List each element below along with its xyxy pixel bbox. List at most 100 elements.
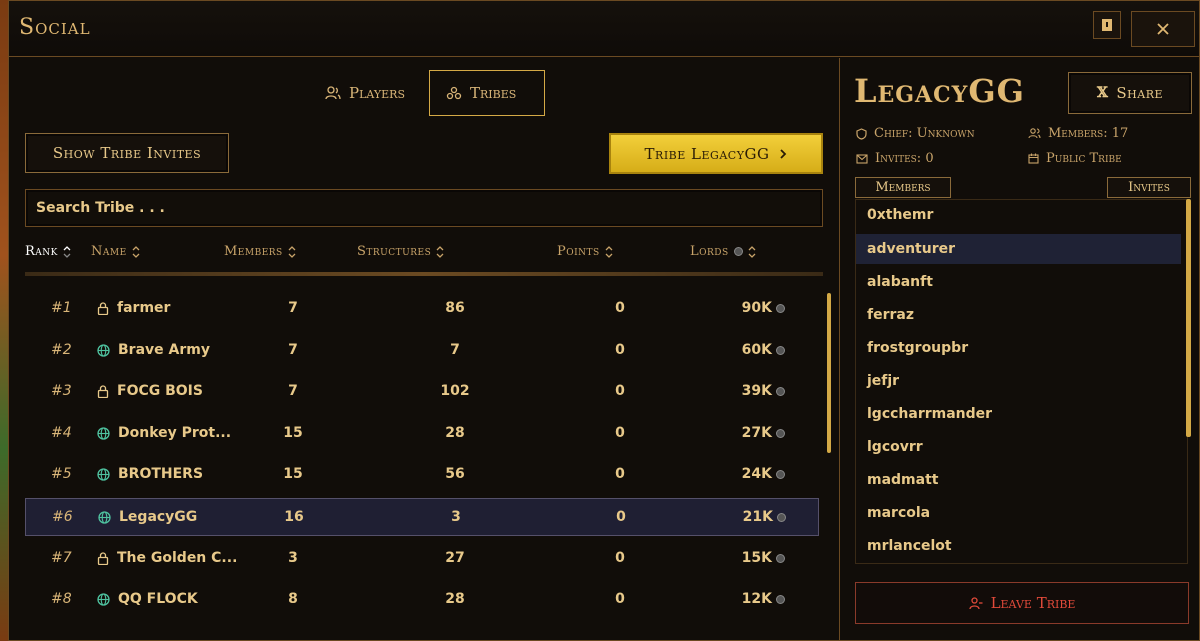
list-item[interactable]: madmatt (856, 465, 1181, 495)
user-leave-icon (968, 596, 983, 609)
structures-cell: 3 (451, 509, 461, 525)
list-item-highlighted[interactable]: adventurer (856, 234, 1181, 264)
list-item[interactable]: lgcovrr (856, 432, 1181, 462)
x-icon: 𝕏 (1097, 85, 1109, 101)
lords-icon (777, 512, 786, 522)
table-scrollbar[interactable] (827, 293, 831, 453)
name-cell: Donkey Prot... (97, 425, 231, 441)
book-icon (1102, 19, 1112, 31)
table-row[interactable]: #4 Donkey Prot... 15 28 0 27K (25, 415, 819, 453)
leave-tribe-label: Leave Tribe (990, 594, 1076, 612)
list-item[interactable]: frostgroupbr (856, 333, 1181, 363)
name-cell: FOCG BOIS (97, 383, 203, 399)
lords-cell: 24K (725, 466, 785, 482)
members-cell: 8 (288, 591, 298, 607)
tab-invites[interactable]: Invites (1107, 177, 1191, 198)
lock-icon (97, 551, 109, 565)
structures-cell: 28 (445, 591, 465, 607)
table-header: Rank Name Members Structures Points Lord… (25, 238, 823, 276)
lords-icon (733, 247, 743, 256)
sort-icon (288, 245, 296, 258)
list-item[interactable]: alabanft (856, 267, 1181, 297)
header-divider (25, 272, 823, 276)
tribe-details-panel: LegacyGG 𝕏 Share Chief: Unknown Members:… (839, 58, 1200, 641)
search-tribe-field[interactable] (25, 189, 823, 227)
column-points-label: Points (557, 244, 600, 259)
list-item[interactable]: lgccharrmander (856, 399, 1181, 429)
column-structures[interactable]: Structures (357, 244, 444, 259)
structures-cell: 86 (445, 300, 465, 316)
column-structures-label: Structures (357, 244, 432, 259)
column-lords-label: Lords (690, 244, 729, 259)
lords-value: 21K (742, 509, 773, 525)
tribe-title: LegacyGG (854, 72, 1025, 110)
globe-icon (97, 467, 110, 481)
column-points[interactable]: Points (557, 244, 613, 259)
points-cell: 0 (616, 509, 626, 525)
list-item[interactable]: marcola (856, 498, 1181, 528)
lords-icon (776, 386, 785, 396)
sort-icon (63, 245, 71, 258)
globe-icon (97, 343, 110, 357)
tab-members[interactable]: Members (855, 177, 951, 198)
show-tribe-invites-button[interactable]: Show Tribe Invites (25, 133, 229, 173)
tribe-name: FOCG BOIS (117, 383, 203, 399)
tab-tribes[interactable]: Tribes (429, 70, 545, 116)
rank-cell: #3 (51, 383, 72, 399)
column-name[interactable]: Name (91, 244, 140, 259)
rank-cell: #2 (51, 342, 72, 358)
info-book-button[interactable] (1093, 11, 1121, 39)
social-window: Social Players Tribes Show Tribe Invites… (8, 0, 1200, 641)
table-row[interactable]: #8 QQ FLOCK 8 28 0 12K (25, 581, 819, 619)
members-count-info: Members: 17 (1028, 126, 1128, 141)
window-title: Social (19, 15, 91, 40)
points-cell: 0 (615, 466, 625, 482)
sort-icon (748, 245, 756, 258)
lords-cell: 39K (725, 383, 785, 399)
globe-icon (97, 426, 110, 440)
member-list: 0xthemr adventurer alabanft ferraz frost… (855, 199, 1188, 564)
tribe-name: The Golden C... (117, 550, 238, 566)
tribe-legacygg-button[interactable]: Tribe LegacyGG (609, 133, 823, 174)
table-row[interactable]: #1 farmer 7 86 0 90K (25, 290, 819, 328)
table-row[interactable]: #3 FOCG BOIS 7 102 0 39K (25, 373, 819, 411)
lords-cell: 27K (725, 425, 785, 441)
leave-tribe-button[interactable]: Leave Tribe (855, 582, 1189, 624)
share-button[interactable]: 𝕏 Share (1068, 72, 1192, 114)
calendar-icon (1028, 153, 1039, 164)
close-button[interactable] (1131, 11, 1195, 47)
tribes-table-body: #1 farmer 7 86 0 90K #2 Brave Army 7 7 0… (25, 290, 823, 641)
lords-value: 15K (741, 550, 772, 566)
list-item[interactable]: jefjr (856, 366, 1181, 396)
structures-cell: 56 (445, 466, 465, 482)
tab-players-label: Players (349, 84, 406, 102)
search-tribe-input[interactable] (36, 200, 822, 216)
invites-info: Invites: 0 (856, 151, 934, 166)
tab-players[interactable]: Players (309, 70, 421, 116)
column-lords[interactable]: Lords (690, 244, 756, 259)
rank-cell: #5 (51, 466, 72, 482)
list-item[interactable]: 0xthemr (856, 200, 1181, 230)
members-cell: 7 (288, 300, 298, 316)
members-cell: 15 (283, 466, 303, 482)
table-row[interactable]: #7 The Golden C... 3 27 0 15K (25, 540, 819, 578)
title-bar: Social (9, 1, 1199, 57)
member-list-scrollbar[interactable] (1186, 199, 1191, 437)
table-row[interactable]: #2 Brave Army 7 7 0 60K (25, 332, 819, 370)
column-members-label: Members (224, 244, 283, 259)
points-cell: 0 (615, 550, 625, 566)
lords-value: 90K (741, 300, 772, 316)
list-item[interactable]: ferraz (856, 300, 1181, 330)
members-cell: 7 (288, 383, 298, 399)
column-rank[interactable]: Rank (25, 244, 71, 259)
tribes-panel: Players Tribes Show Tribe Invites Tribe … (9, 58, 839, 641)
rank-cell: #7 (51, 550, 72, 566)
column-members[interactable]: Members (224, 244, 296, 259)
table-row[interactable]: #5 BROTHERS 15 56 0 24K (25, 456, 819, 494)
lords-icon (776, 594, 785, 604)
rank-cell: #4 (51, 425, 72, 441)
list-item[interactable]: mrlancelot (856, 531, 1181, 561)
visibility-info: Public Tribe (1028, 151, 1122, 166)
members-cell: 7 (288, 342, 298, 358)
table-row-selected[interactable]: #6 LegacyGG 16 3 0 21K (25, 498, 819, 536)
